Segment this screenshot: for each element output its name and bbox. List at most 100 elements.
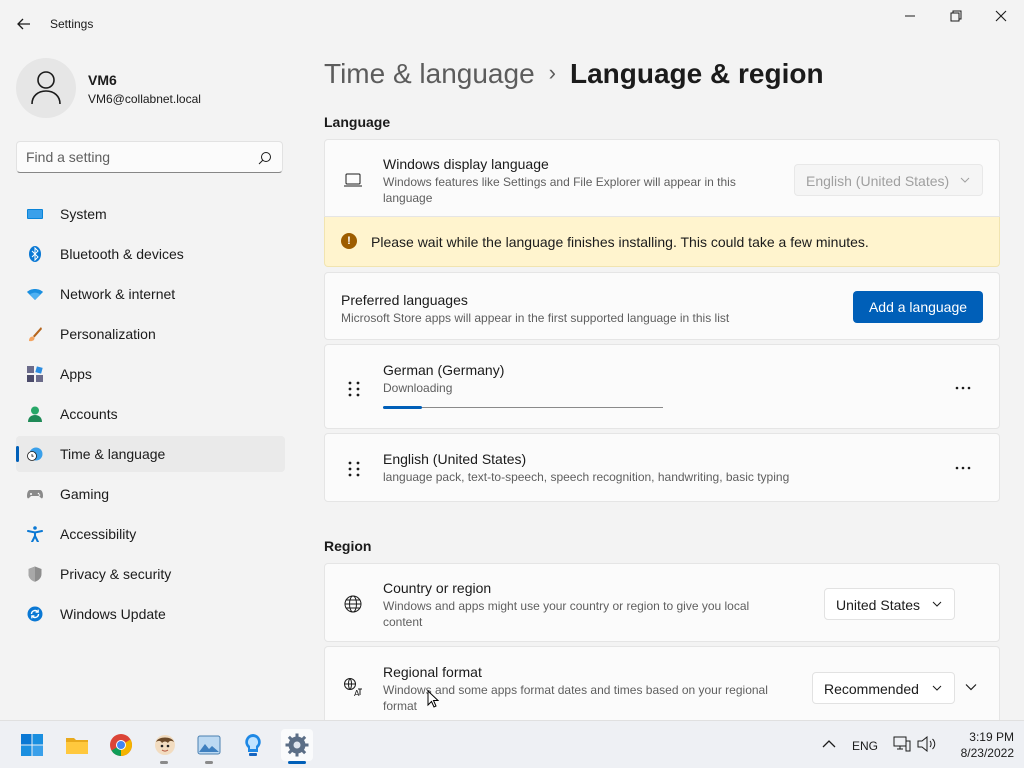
expand-chevron-icon[interactable] xyxy=(965,683,977,691)
system-icon xyxy=(27,209,43,219)
regional-format-desc: Windows and some apps format dates and t… xyxy=(383,683,768,713)
gamepad-icon xyxy=(27,490,43,499)
minimize-icon xyxy=(905,15,915,17)
country-region-dropdown[interactable]: United States xyxy=(824,588,955,620)
language-item-german[interactable]: German (Germany) Downloading xyxy=(324,344,1000,429)
chevron-down-icon xyxy=(932,685,942,691)
chrome-icon xyxy=(110,734,132,756)
regional-format-title: Regional format xyxy=(383,664,482,680)
drag-handle-icon[interactable] xyxy=(347,460,361,478)
shield-icon xyxy=(28,566,42,582)
laptop-icon xyxy=(344,173,362,187)
sidebar-item-accessibility[interactable]: Accessibility xyxy=(16,516,285,552)
accessibility-icon xyxy=(27,526,43,542)
taskbar-chrome[interactable] xyxy=(105,729,137,761)
warning-icon: ! xyxy=(341,233,357,249)
globe-icon xyxy=(344,595,362,613)
search-input[interactable] xyxy=(26,148,246,166)
user-name: VM6 xyxy=(88,72,117,88)
input-language-indicator[interactable]: ENG xyxy=(852,739,878,753)
taskbar-lightbulb-app[interactable] xyxy=(237,729,269,761)
chevron-down-icon xyxy=(960,177,970,183)
wifi-icon xyxy=(27,289,43,300)
chevron-down-icon xyxy=(932,601,942,607)
display-language-card: Windows display language Windows feature… xyxy=(324,139,1000,217)
language-item-english[interactable]: English (United States) language pack, t… xyxy=(324,433,1000,502)
person-avatar-icon xyxy=(31,71,61,105)
sidebar-item-label: Gaming xyxy=(60,486,110,502)
mouse-cursor-icon xyxy=(427,690,439,708)
back-arrow-icon xyxy=(17,18,30,30)
start-button[interactable] xyxy=(16,729,48,761)
breadcrumb-parent[interactable]: Time & language xyxy=(324,58,535,89)
display-language-value: English (United States) xyxy=(806,173,950,189)
running-indicator xyxy=(160,761,168,764)
volume-icon[interactable] xyxy=(917,736,937,752)
add-language-button[interactable]: Add a language xyxy=(853,291,983,323)
sidebar-item-gaming[interactable]: Gaming xyxy=(16,476,285,512)
language-features: language pack, text-to-speech, speech re… xyxy=(383,470,790,484)
more-options-icon[interactable] xyxy=(951,460,975,476)
taskbar-game-app[interactable] xyxy=(149,729,181,761)
taskbar-file-explorer[interactable] xyxy=(61,729,93,761)
taskbar-photos-app[interactable] xyxy=(193,729,225,761)
regional-format-icon: A xyxy=(344,678,362,697)
sidebar-item-label: Network & internet xyxy=(60,286,176,302)
taskbar: ENG 3:19 PM 8/23/2022 xyxy=(0,720,1024,768)
language-name: English (United States) xyxy=(383,451,527,467)
sidebar-item-network-internet[interactable]: Network & internet xyxy=(16,276,285,312)
taskbar-settings[interactable] xyxy=(281,729,313,761)
sidebar-item-time-language[interactable]: Time & language xyxy=(16,436,285,472)
sidebar-item-personalization[interactable]: Personalization xyxy=(16,316,285,352)
brush-icon xyxy=(29,327,42,342)
running-indicator xyxy=(205,761,213,764)
back-button[interactable] xyxy=(14,14,34,34)
display-language-dropdown[interactable]: English (United States) xyxy=(794,164,983,196)
drag-handle-icon[interactable] xyxy=(347,380,361,398)
sidebar-item-privacy-security[interactable]: Privacy & security xyxy=(16,556,285,592)
install-info-text: Please wait while the language finishes … xyxy=(371,234,869,250)
sidebar-item-label: Personalization xyxy=(60,326,156,342)
sidebar-item-windows-update[interactable]: Windows Update xyxy=(16,596,285,632)
user-profile[interactable]: VM6 VM6@collabnet.local xyxy=(16,58,286,118)
title-bar: Settings xyxy=(0,0,1024,48)
game-app-icon xyxy=(155,735,175,755)
sidebar-item-apps[interactable]: Apps xyxy=(16,356,285,392)
display-language-title: Windows display language xyxy=(383,156,549,172)
regional-format-card[interactable]: A Regional format Windows and some apps … xyxy=(324,646,1000,720)
sidebar-item-system[interactable]: System xyxy=(16,196,285,232)
maximize-button[interactable] xyxy=(933,4,979,28)
sidebar-item-label: Privacy & security xyxy=(60,566,172,582)
clock-date: 8/23/2022 xyxy=(960,746,1014,760)
search-icon[interactable] xyxy=(258,151,272,165)
regional-format-dropdown[interactable]: Recommended xyxy=(812,672,955,704)
region-section-header: Region xyxy=(324,538,372,554)
sidebar-item-label: Bluetooth & devices xyxy=(60,246,184,262)
avatar xyxy=(16,58,76,118)
app-title: Settings xyxy=(50,17,94,31)
close-button[interactable] xyxy=(978,4,1024,28)
more-options-icon[interactable] xyxy=(951,380,975,396)
svg-text:A: A xyxy=(354,689,360,697)
download-progress-fill xyxy=(383,406,423,409)
language-status: Downloading xyxy=(383,381,453,395)
page-title: Language & region xyxy=(569,58,824,89)
sidebar-item-label: Apps xyxy=(60,366,92,382)
active-indicator xyxy=(288,761,306,764)
search-box[interactable] xyxy=(16,141,283,173)
regional-format-value: Recommended xyxy=(824,681,919,697)
sidebar-item-label: Windows Update xyxy=(60,606,166,622)
system-clock[interactable]: 3:19 PM 8/23/2022 xyxy=(944,729,1014,761)
lightbulb-app-icon xyxy=(245,734,261,756)
sidebar-item-bluetooth-devices[interactable]: Bluetooth & devices xyxy=(16,236,285,272)
network-icon[interactable] xyxy=(893,736,911,752)
chevron-up-icon[interactable] xyxy=(822,739,836,749)
minimize-button[interactable] xyxy=(887,4,933,28)
preferred-languages-desc: Microsoft Store apps will appear in the … xyxy=(341,311,730,325)
settings-app-icon xyxy=(285,733,309,757)
language-section-header: Language xyxy=(324,114,391,130)
sidebar-item-accounts[interactable]: Accounts xyxy=(16,396,285,432)
apps-icon xyxy=(27,366,43,382)
country-region-value: United States xyxy=(836,597,921,613)
install-info-bar: ! Please wait while the language finishe… xyxy=(324,217,1000,267)
